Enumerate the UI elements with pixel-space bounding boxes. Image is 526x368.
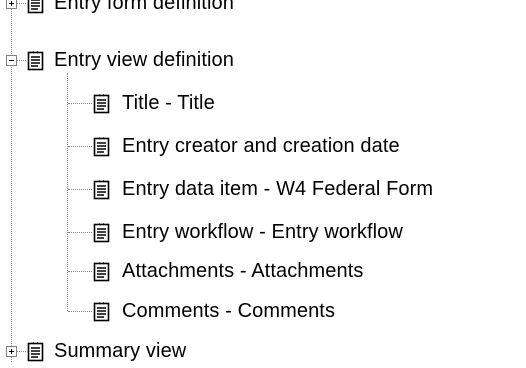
document-icon bbox=[93, 180, 110, 200]
tree-connector bbox=[68, 103, 92, 104]
collapse-toggle-icon[interactable] bbox=[6, 55, 17, 66]
tree-node-label[interactable]: Entry creator and creation date bbox=[122, 134, 400, 158]
tree-node-label[interactable]: Summary view bbox=[54, 339, 186, 363]
tree-node-comments[interactable]: Comments - Comments bbox=[0, 294, 526, 328]
document-icon bbox=[93, 302, 110, 322]
document-icon bbox=[93, 262, 110, 282]
tree-node-label[interactable]: Entry form definition bbox=[54, 0, 234, 15]
document-icon bbox=[93, 94, 110, 114]
tree-node-entry-view-definition[interactable]: Entry view definition bbox=[0, 43, 526, 77]
tree-connector bbox=[68, 189, 92, 190]
tree-node-attachments[interactable]: Attachments - Attachments bbox=[0, 254, 526, 288]
expand-toggle-icon[interactable] bbox=[6, 0, 17, 9]
tree-node-entry-data-item[interactable]: Entry data item - W4 Federal Form bbox=[0, 172, 526, 206]
document-icon bbox=[93, 137, 110, 157]
expand-toggle-icon[interactable] bbox=[6, 346, 17, 357]
document-icon bbox=[27, 51, 44, 71]
tree-node-label[interactable]: Entry workflow - Entry workflow bbox=[122, 220, 403, 244]
tree-connector bbox=[68, 271, 92, 272]
tree-node-label[interactable]: Entry data item - W4 Federal Form bbox=[122, 177, 433, 201]
document-icon bbox=[27, 342, 44, 362]
tree-node-entry-workflow[interactable]: Entry workflow - Entry workflow bbox=[0, 215, 526, 249]
tree-node-title[interactable]: Title - Title bbox=[0, 86, 526, 120]
tree-node-label[interactable]: Entry view definition bbox=[54, 48, 234, 72]
tree-node-label[interactable]: Comments - Comments bbox=[122, 299, 335, 323]
tree-node-entry-form-definition[interactable]: Entry form definition bbox=[0, 0, 526, 20]
tree-connector bbox=[68, 311, 92, 312]
document-icon bbox=[27, 0, 44, 14]
document-icon bbox=[93, 223, 110, 243]
tree-connector bbox=[68, 146, 92, 147]
tree-node-entry-creator[interactable]: Entry creator and creation date bbox=[0, 129, 526, 163]
tree-node-label[interactable]: Attachments - Attachments bbox=[122, 259, 364, 283]
tree-node-label[interactable]: Title - Title bbox=[122, 91, 215, 115]
tree-connector bbox=[68, 232, 92, 233]
tree-node-summary-view[interactable]: Summary view bbox=[0, 334, 526, 368]
tree-view: Entry form definition Entry view definit… bbox=[0, 0, 526, 362]
